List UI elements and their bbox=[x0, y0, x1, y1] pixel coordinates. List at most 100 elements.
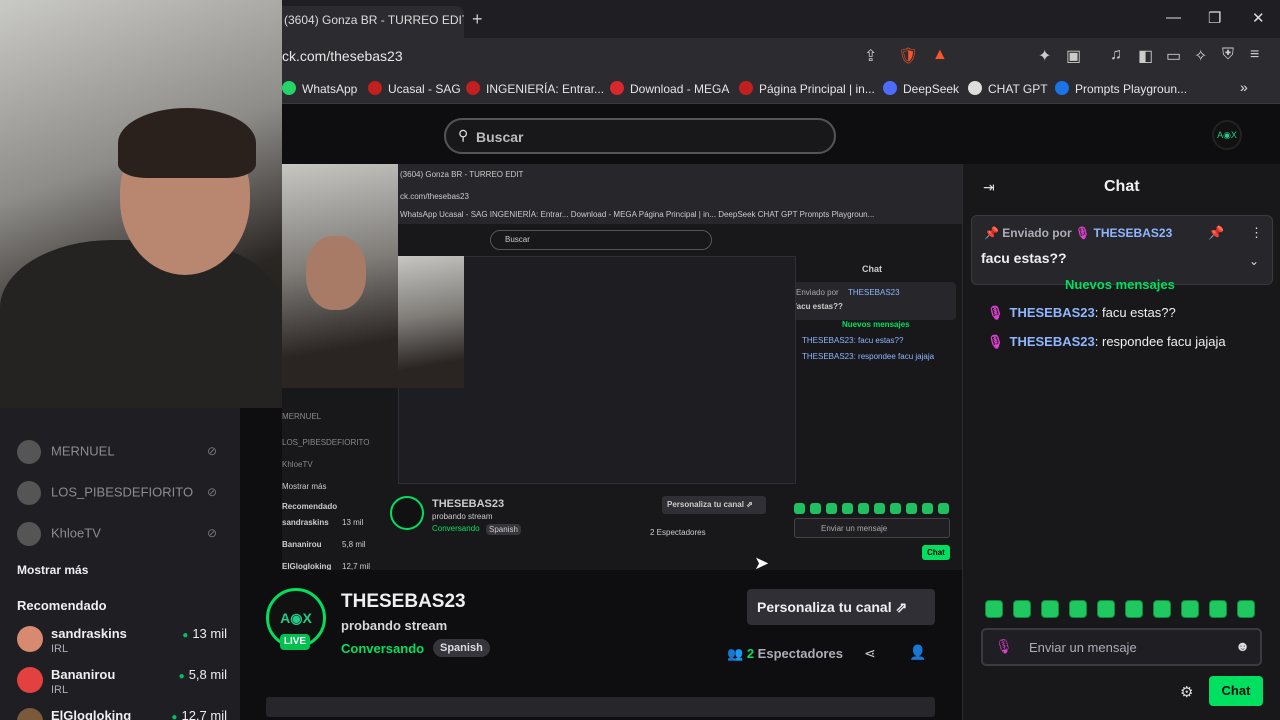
bookmarks-more-button[interactable]: » bbox=[1240, 79, 1248, 95]
bookmark-whatsapp[interactable]: WhatsApp bbox=[282, 81, 357, 96]
channel-name[interactable]: THESEBAS23 bbox=[341, 591, 466, 613]
mic-badge-icon: 🎙 bbox=[987, 305, 1004, 320]
vpn-icon[interactable]: ⛨ bbox=[1222, 46, 1234, 64]
emote-button[interactable] bbox=[1237, 600, 1255, 618]
brave-shield-icon[interactable]: 🛡 bbox=[898, 46, 918, 66]
nested-webcam-2 bbox=[398, 256, 464, 388]
stream-category[interactable]: Conversando bbox=[341, 641, 424, 656]
channel-avatar bbox=[17, 522, 41, 546]
close-button[interactable]: ✕ bbox=[1252, 9, 1265, 27]
new-tab-button[interactable]: + bbox=[472, 9, 483, 30]
music-icon[interactable]: ♫ bbox=[1110, 46, 1122, 64]
emote-button[interactable] bbox=[1181, 600, 1199, 618]
bookmark-ingenieria[interactable]: INGENIERÍA: Entrar... bbox=[466, 81, 604, 96]
shield-red-icon bbox=[739, 81, 753, 95]
maximize-button[interactable]: ❐ bbox=[1208, 9, 1221, 27]
channel-avatar bbox=[17, 667, 43, 693]
sidebar-icon[interactable]: ◧ bbox=[1138, 46, 1153, 66]
emote-button[interactable] bbox=[1013, 600, 1031, 618]
collapse-chat-icon[interactable]: ⇥ bbox=[983, 179, 995, 196]
channel-avatar bbox=[17, 440, 41, 464]
url-field[interactable]: ck.com/thesebas23 bbox=[282, 48, 403, 64]
channel-avatar bbox=[17, 626, 43, 652]
pinned-text: facu estas?? bbox=[981, 250, 1067, 266]
reader-icon[interactable]: ▣ bbox=[1066, 46, 1081, 66]
leo-icon[interactable]: ✧ bbox=[1194, 46, 1207, 66]
mic-icon: 🎙 bbox=[995, 638, 1013, 654]
about-panel bbox=[266, 697, 935, 717]
stream-tag[interactable]: Spanish bbox=[433, 639, 490, 657]
nested-sidebar-item: Bananirou bbox=[282, 540, 322, 549]
bookmark-deepseek[interactable]: DeepSeek bbox=[883, 81, 959, 96]
emoji-icon[interactable]: ☻ bbox=[1235, 638, 1250, 654]
offline-icon: ⊘ bbox=[207, 526, 218, 540]
nested-search: Buscar bbox=[490, 230, 712, 250]
emote-button[interactable] bbox=[1069, 600, 1087, 618]
chat-title: Chat bbox=[1104, 178, 1140, 195]
recommended-channel[interactable]: ElGlogloking 12,7 mil bbox=[17, 708, 227, 720]
emote bbox=[938, 503, 949, 514]
live-badge: LIVE bbox=[280, 634, 310, 650]
share-icon[interactable]: ⇪ bbox=[864, 46, 877, 66]
wallet-icon[interactable]: ▭ bbox=[1166, 46, 1181, 66]
sidebar: MERNUEL ⊘ LOS_PIBESDEFIORITO ⊘ KhloeTV ⊘ Mo… bbox=[0, 408, 240, 720]
nested-pinned: Enviado por THESEBAS23 facu estas?? bbox=[788, 282, 956, 320]
emote-button[interactable] bbox=[1041, 600, 1059, 618]
pinned-message[interactable]: 📌 Enviado por 🎙 THESEBAS23 facu estas?? … bbox=[971, 215, 1273, 285]
channel-avatar bbox=[17, 708, 43, 720]
chat-input[interactable]: 🎙 Enviar un mensaje ☻ bbox=[981, 628, 1262, 666]
minimize-button[interactable]: — bbox=[1166, 9, 1181, 26]
gear-icon[interactable]: ⚙ bbox=[1180, 683, 1193, 701]
bookmark-ucasal[interactable]: Ucasal - SAG bbox=[368, 81, 461, 96]
emote-button[interactable] bbox=[1097, 600, 1115, 618]
sidebar-channel[interactable]: LOS_PIBESDEFIORITO ⊘ bbox=[17, 481, 217, 505]
recommended-channel[interactable]: Bananirou IRL 5,8 mil bbox=[17, 667, 227, 701]
bookmark-pagina-principal[interactable]: Página Principal | in... bbox=[739, 81, 875, 96]
chatgpt-icon bbox=[968, 81, 982, 95]
share-icon[interactable]: ⋖ bbox=[864, 645, 876, 662]
menu-icon[interactable]: ≡ bbox=[1250, 46, 1259, 64]
chevron-down-icon[interactable]: ⌄ bbox=[1249, 254, 1259, 268]
nested-bookmarks: WhatsApp Ucasal - SAG INGENIERÍA: Entrar… bbox=[400, 210, 875, 219]
nested-channel-title: probando stream bbox=[432, 512, 493, 521]
webcam-person-body bbox=[0, 240, 282, 408]
nested-sidebar-item: ElGlogloking bbox=[282, 562, 332, 570]
bookmark-prompts[interactable]: Prompts Playgroun... bbox=[1055, 81, 1187, 96]
emote-button[interactable] bbox=[1153, 600, 1171, 618]
bookmark-chatgpt[interactable]: CHAT GPT bbox=[968, 81, 1048, 96]
bookmark-mega[interactable]: Download - MEGA bbox=[610, 81, 729, 96]
nested-webcam bbox=[282, 164, 398, 388]
chat-panel: ⇥ Chat 📌 Enviado por 🎙 THESEBAS23 facu e… bbox=[962, 164, 1280, 720]
search-input[interactable]: ⚲ Buscar bbox=[444, 118, 836, 154]
show-more-link[interactable]: Mostrar más bbox=[17, 563, 88, 577]
sidebar-channel[interactable]: MERNUEL ⊘ bbox=[17, 440, 217, 464]
nested-url: ck.com/thesebas23 bbox=[400, 192, 469, 201]
offline-icon: ⊘ bbox=[207, 485, 218, 499]
emote-button[interactable] bbox=[1125, 600, 1143, 618]
browser-tab[interactable]: (3604) Gonza BR - TURREO EDIT bbox=[276, 6, 464, 38]
follow-icon[interactable]: 👤 bbox=[909, 644, 926, 661]
emote-button[interactable] bbox=[1209, 600, 1227, 618]
chat-send-button[interactable]: Chat bbox=[1209, 676, 1263, 706]
nested-tab-title: (3604) Gonza BR - TURREO EDIT bbox=[400, 170, 524, 179]
user-avatar[interactable]: A◉X bbox=[1212, 120, 1242, 150]
more-options-icon[interactable]: ⋮ bbox=[1250, 225, 1263, 241]
emote bbox=[826, 503, 837, 514]
pin-icon[interactable]: 📌 bbox=[1208, 225, 1224, 241]
extensions-icon[interactable]: ✦ bbox=[1038, 46, 1051, 66]
nested-chat-title: Chat bbox=[862, 264, 882, 274]
nested-sidebar-item: Recomendado bbox=[282, 502, 338, 511]
nested-sidebar-item: KhloeTV bbox=[282, 460, 313, 469]
pin-small-icon: 📌 bbox=[984, 226, 1003, 240]
nested-chat-input: Enviar un mensaje bbox=[794, 518, 950, 538]
stream-video-player[interactable]: (3604) Gonza BR - TURREO EDIT ck.com/the… bbox=[282, 164, 962, 570]
sidebar-channel[interactable]: KhloeTV ⊘ bbox=[17, 522, 217, 546]
recommended-channel[interactable]: sandraskins IRL 13 mil bbox=[17, 626, 227, 660]
nested-channel-avatar bbox=[390, 496, 424, 530]
customize-channel-button[interactable]: Personaliza tu canal ⇗ bbox=[747, 589, 935, 625]
nested-sidebar-item: LOS_PIBESDEFIORITO bbox=[282, 438, 370, 447]
emote-button[interactable] bbox=[985, 600, 1003, 618]
viewer-count: 👥 2 Espectadores bbox=[727, 646, 843, 661]
rewards-icon[interactable]: ▲ bbox=[932, 46, 948, 64]
emote bbox=[890, 503, 901, 514]
